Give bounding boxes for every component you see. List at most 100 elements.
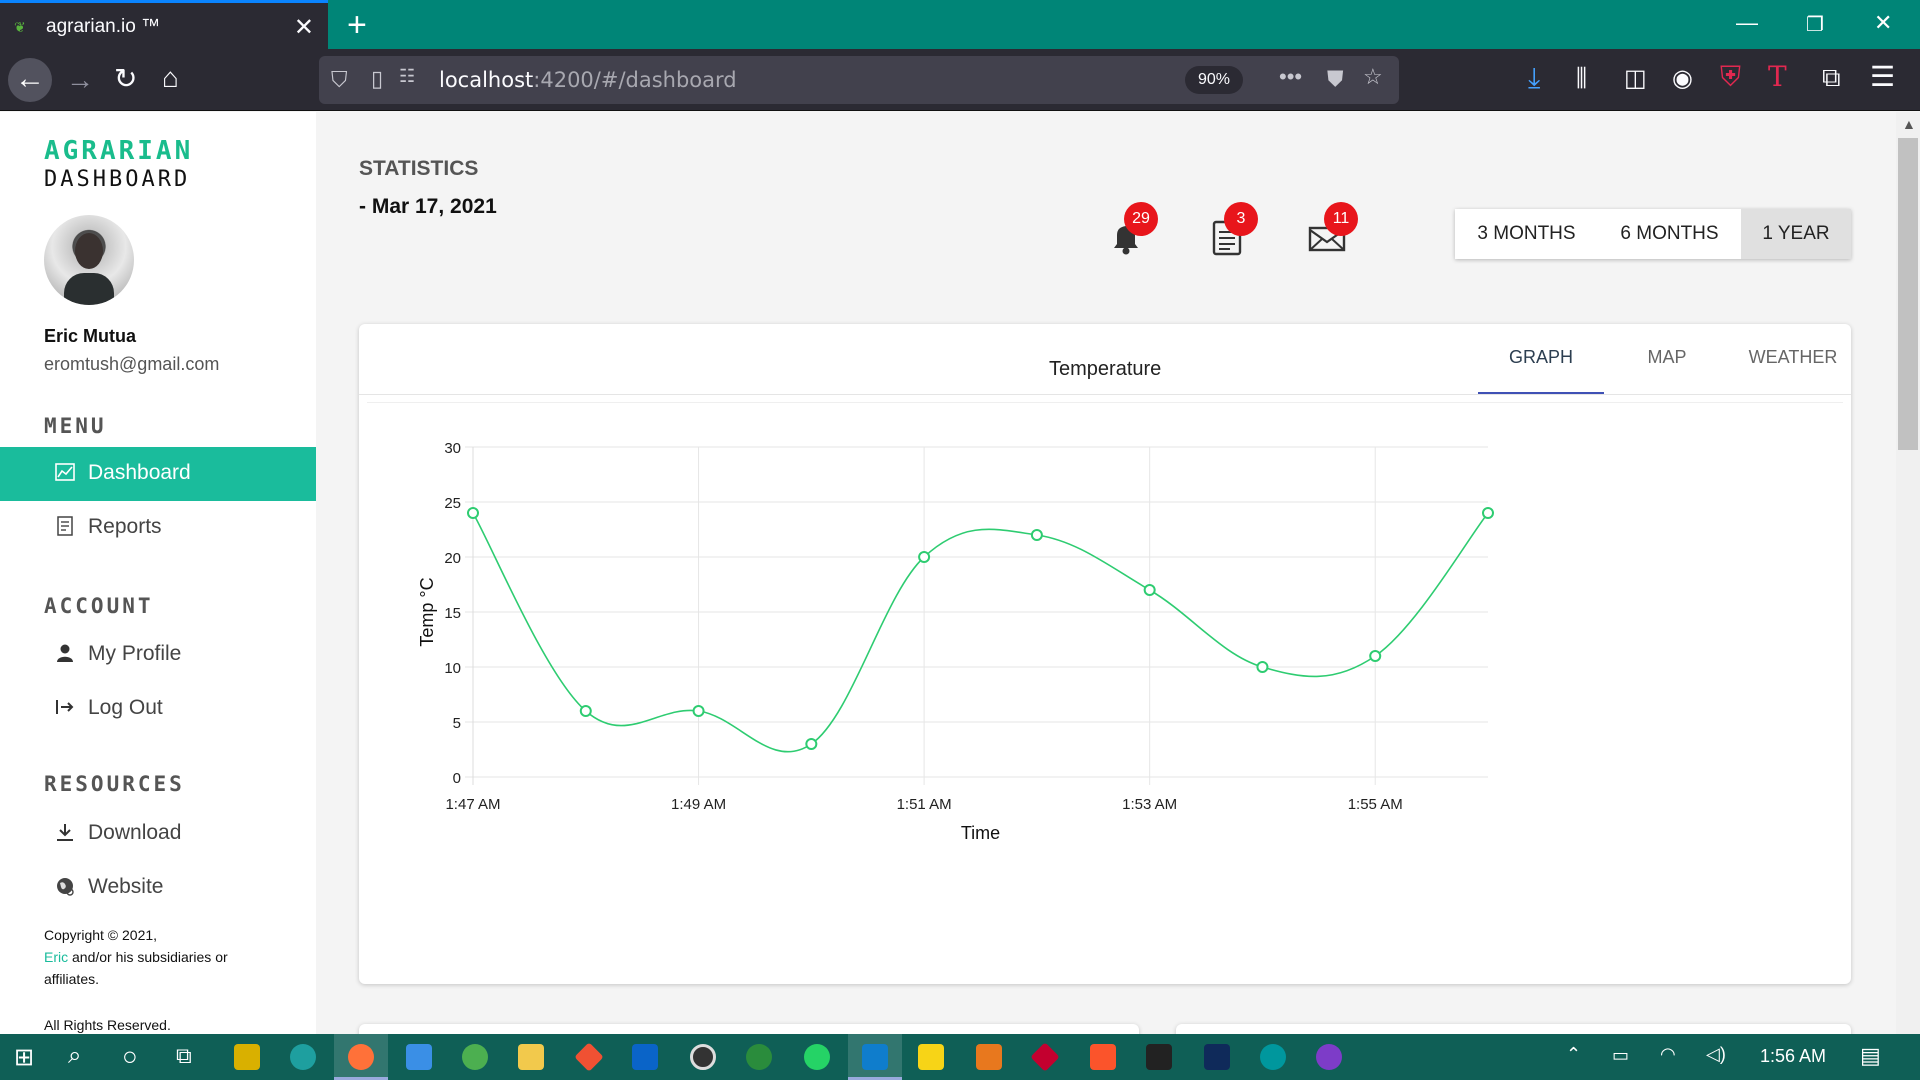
zoom-indicator[interactable]: 90% — [1185, 66, 1243, 94]
maps-app-icon[interactable] — [746, 1044, 772, 1070]
new-tab-icon[interactable]: + — [347, 6, 367, 45]
more-actions-icon[interactable]: ••• — [1279, 64, 1302, 90]
close-tab-icon[interactable]: ✕ — [294, 13, 314, 42]
data-point[interactable] — [579, 705, 592, 717]
data-point[interactable] — [918, 551, 931, 563]
scroll-up-icon[interactable]: ▲ — [1902, 116, 1916, 132]
vscode-icon[interactable] — [862, 1044, 888, 1070]
clock[interactable]: 1:56 AM — [1760, 1046, 1826, 1067]
alerts-notification[interactable]: 29 — [1106, 202, 1158, 255]
store-icon[interactable] — [234, 1044, 260, 1070]
show-hidden-icons[interactable]: ⌃ — [1566, 1044, 1581, 1065]
restore-icon[interactable]: ❐ — [1806, 12, 1824, 37]
mail-icon[interactable] — [406, 1044, 432, 1070]
range-3-months-button[interactable]: 3 MONTHS — [1455, 209, 1598, 259]
report-icon — [54, 515, 76, 537]
obs-icon[interactable] — [690, 1044, 716, 1070]
sidebar-item-my-profile[interactable]: My Profile — [0, 628, 316, 682]
battery-icon[interactable]: ▭ — [1612, 1045, 1629, 1066]
tab-map[interactable]: MAP — [1604, 324, 1730, 394]
tab-weather[interactable]: WEATHER — [1730, 324, 1856, 394]
sticky-notes-icon[interactable] — [918, 1044, 944, 1070]
volume-icon[interactable]: ◁) — [1706, 1044, 1726, 1065]
y-axis-label: Temp °C — [417, 577, 437, 646]
extension-t-icon[interactable]: T — [1768, 63, 1787, 91]
avatar[interactable] — [44, 215, 134, 305]
permissions-icon[interactable]: ☷ — [399, 66, 415, 87]
back-arrow-icon[interactable]: ← — [8, 58, 52, 102]
file-explorer-icon[interactable] — [518, 1044, 544, 1070]
brave-icon[interactable] — [1090, 1044, 1116, 1070]
shield-icon[interactable]: ⛉ — [331, 67, 348, 93]
git-icon[interactable] — [574, 1042, 604, 1072]
search-icon[interactable]: ⌕ — [68, 1042, 81, 1070]
globe-icon — [54, 875, 76, 897]
windows-taskbar: ⊞ ⌕ ○ ⧉ ⌃ ▭ ◠ ◁) 1:56 AM ▤ — [0, 1034, 1920, 1080]
copyright-author-link[interactable]: Eric — [44, 949, 68, 965]
range-1-year-button[interactable]: 1 YEAR — [1741, 209, 1851, 259]
arduino-icon[interactable] — [1260, 1044, 1286, 1070]
pocket-icon[interactable]: ⛊ — [1327, 66, 1344, 92]
user-email: eromtush@gmail.com — [44, 354, 220, 374]
edge-icon[interactable] — [290, 1044, 316, 1070]
page-icon[interactable]: ▯ — [371, 66, 383, 92]
data-point[interactable] — [1143, 584, 1156, 596]
secondary-card-right — [1176, 1024, 1851, 1034]
data-point[interactable] — [1482, 507, 1494, 519]
outlook-icon[interactable] — [632, 1044, 658, 1070]
tor-icon[interactable] — [1316, 1044, 1342, 1070]
browser-nav-bar: ← → ↻ ⌂ ⛉ ▯ ☷ localhost:4200/#/dashboard… — [0, 49, 1920, 111]
chrome-icon[interactable] — [462, 1044, 488, 1070]
page-scrollbar[interactable]: ▲ — [1896, 112, 1920, 1034]
menu-hamburger-icon[interactable]: ☰ — [1870, 63, 1895, 91]
library-icon[interactable]: ⫼ — [1576, 65, 1587, 93]
address-bar[interactable]: ⛉ ▯ ☷ localhost:4200/#/dashboard 90% •••… — [319, 56, 1399, 104]
forward-arrow-icon[interactable]: → — [66, 66, 94, 94]
sidebar-item-log-out[interactable]: Log Out — [0, 682, 316, 736]
browser-tab[interactable]: ❦ agrarian.io ™ ✕ — [0, 0, 328, 49]
sidebar-item-download[interactable]: Download — [0, 807, 316, 861]
reload-icon[interactable]: ↻ — [114, 65, 137, 93]
bookmark-star-icon[interactable]: ☆ — [1363, 64, 1383, 90]
data-point[interactable] — [692, 705, 705, 717]
sidebar-item-website[interactable]: Website — [0, 861, 316, 915]
wifi-icon[interactable]: ◠ — [1660, 1044, 1676, 1065]
data-point[interactable] — [1030, 529, 1043, 541]
cortana-icon[interactable]: ○ — [122, 1041, 138, 1072]
terminal-icon[interactable] — [1146, 1044, 1172, 1070]
data-point[interactable] — [1256, 661, 1269, 673]
sidebar-item-reports[interactable]: Reports — [0, 501, 316, 555]
reports-notification[interactable]: 3 — [1206, 202, 1258, 256]
tab-graph[interactable]: GRAPH — [1478, 324, 1604, 394]
scrollbar-thumb[interactable] — [1898, 138, 1918, 450]
x-axis-label: Time — [961, 823, 1000, 843]
app-diamond-icon[interactable] — [1030, 1042, 1060, 1072]
close-window-icon[interactable]: ✕ — [1874, 10, 1892, 36]
range-6-months-button[interactable]: 6 MONTHS — [1598, 209, 1741, 259]
x-tick-label: 1:53 AM — [1122, 796, 1177, 813]
url-text[interactable]: localhost:4200/#/dashboard — [439, 68, 737, 92]
action-center-icon[interactable]: ▤ — [1860, 1043, 1881, 1069]
task-view-icon[interactable]: ⧉ — [176, 1043, 192, 1069]
home-icon[interactable]: ⌂ — [162, 64, 179, 92]
firefox-icon[interactable] — [348, 1044, 374, 1070]
data-point[interactable] — [805, 738, 818, 750]
windows-start-icon[interactable]: ⊞ — [14, 1043, 34, 1072]
copyright-notice: Copyright © 2021, Eric and/or his subsid… — [44, 924, 274, 990]
extensions-icon[interactable]: ⧉ — [1822, 63, 1841, 91]
downloads-icon[interactable]: ⤓ — [1528, 64, 1540, 92]
sidebar-item-dashboard[interactable]: Dashboard — [0, 447, 316, 501]
messages-notification[interactable]: 11 — [1306, 202, 1358, 254]
data-point[interactable] — [467, 507, 479, 519]
sidebar-toggle-icon[interactable]: ◫ — [1624, 65, 1647, 93]
x-tick-label: 1:51 AM — [897, 796, 952, 813]
extension-lock-icon[interactable]: ⛨ — [1720, 63, 1741, 91]
chart-icon — [54, 461, 76, 483]
powershell-icon[interactable] — [1204, 1044, 1230, 1070]
data-point[interactable] — [1369, 650, 1382, 662]
whatsapp-icon[interactable] — [804, 1044, 830, 1070]
editor-e-icon[interactable] — [976, 1044, 1002, 1070]
minimize-icon[interactable]: — — [1736, 10, 1758, 36]
brand-title: AGRARIAN — [44, 136, 194, 166]
account-icon[interactable]: ◉ — [1672, 65, 1693, 93]
